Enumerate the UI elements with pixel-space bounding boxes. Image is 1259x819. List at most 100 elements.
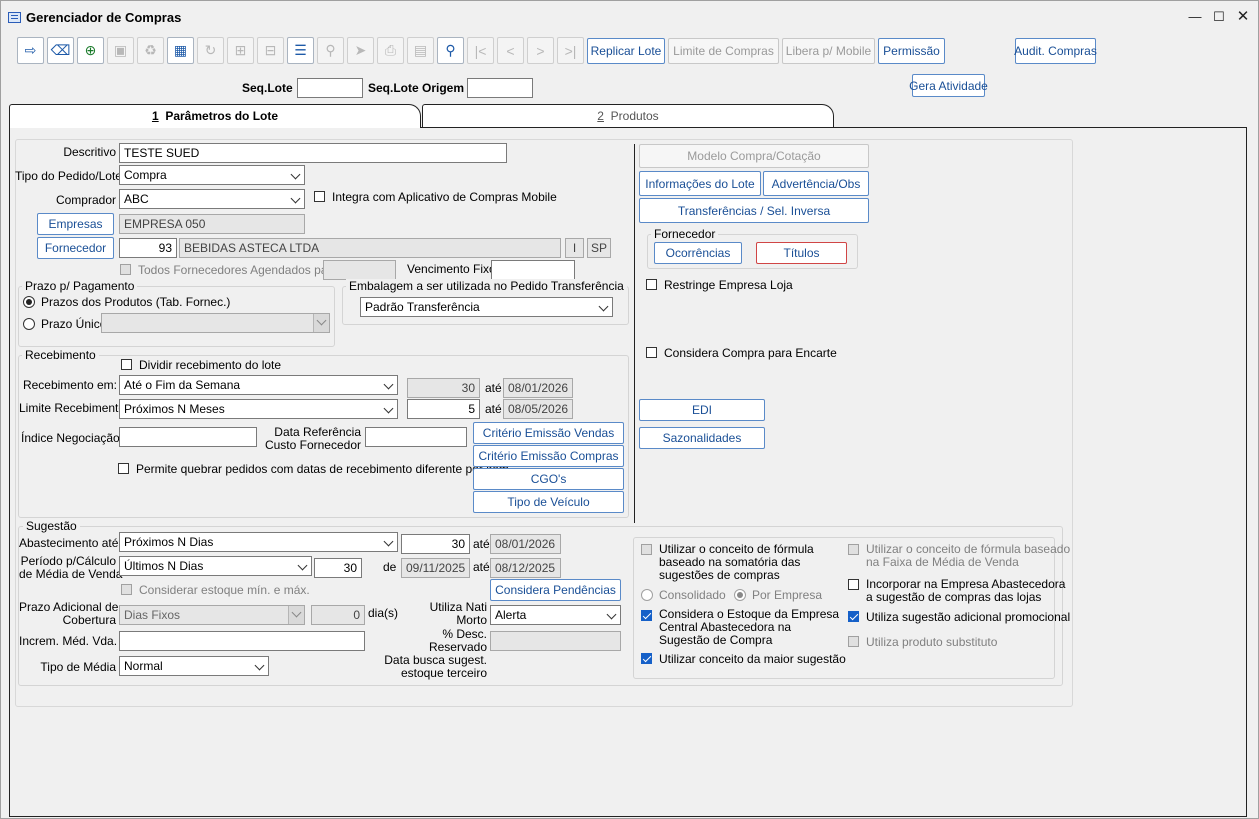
vencimento-fixo-input[interactable] bbox=[491, 260, 575, 280]
formula-faixa-checkbox[interactable] bbox=[848, 544, 859, 555]
indice-negociacao-label: Índice Negociação bbox=[21, 431, 120, 445]
abastecimento-select[interactable]: Próximos N Dias bbox=[119, 532, 398, 552]
permite-quebrar-checkbox[interactable] bbox=[118, 463, 129, 474]
limite-num-input[interactable]: 5 bbox=[407, 399, 480, 419]
prazos-produtos-radio[interactable] bbox=[23, 296, 35, 308]
periodo-num-input[interactable]: 30 bbox=[314, 558, 362, 578]
recebimento-em-select[interactable]: Até o Fim da Semana bbox=[119, 375, 398, 395]
criterio-vendas-button[interactable]: Critério Emissão Vendas bbox=[473, 422, 624, 444]
descritivo-input[interactable]: TESTE SUED bbox=[119, 143, 507, 163]
limite-compras-button[interactable]: Limite de Compras bbox=[668, 38, 779, 64]
integra-mobile-label: Integra com Aplicativo de Compras Mobile bbox=[332, 190, 557, 204]
abastecimento-label: Abastecimento até bbox=[19, 536, 119, 550]
edi-button[interactable]: EDI bbox=[639, 399, 765, 421]
comprador-select[interactable]: ABC bbox=[119, 189, 305, 209]
app-icon bbox=[8, 12, 21, 23]
filter-icon[interactable]: ☰ bbox=[287, 37, 314, 64]
maximize-icon[interactable]: ☐ bbox=[1211, 9, 1227, 25]
informacoes-lote-button[interactable]: Informações do Lote bbox=[639, 171, 761, 196]
chevron-down-icon bbox=[313, 314, 329, 332]
seq-lote-input[interactable] bbox=[297, 78, 363, 98]
minimize-icon[interactable]: — bbox=[1187, 9, 1203, 25]
integra-mobile-checkbox[interactable] bbox=[314, 191, 325, 202]
incorporar-checkbox[interactable] bbox=[848, 579, 859, 590]
prazo-unico-radio[interactable] bbox=[23, 318, 35, 330]
sazonalidades-button[interactable]: Sazonalidades bbox=[639, 427, 765, 449]
abastecimento-value: Próximos N Dias bbox=[124, 535, 214, 549]
tab-parametros[interactable]: 1 Parâmetros do Lote bbox=[9, 104, 421, 128]
prev-icon[interactable]: < bbox=[497, 37, 524, 64]
first-icon[interactable]: |< bbox=[467, 37, 494, 64]
abastecimento-num-input[interactable]: 30 bbox=[401, 534, 470, 554]
increm-label: Increm. Méd. Vda. bbox=[19, 634, 118, 648]
considera-estoque-central-checkbox[interactable] bbox=[641, 610, 652, 621]
add-row-icon[interactable]: ⊞ bbox=[227, 37, 254, 64]
next-icon[interactable]: > bbox=[527, 37, 554, 64]
tab-produtos[interactable]: 2 Produtos bbox=[422, 104, 834, 127]
tipo-pedido-label: Tipo do Pedido/Lote bbox=[15, 169, 122, 183]
permissao-button[interactable]: Permissão bbox=[878, 38, 945, 64]
transferencias-button[interactable]: Transferências / Sel. Inversa bbox=[639, 198, 869, 223]
por-empresa-radio[interactable] bbox=[734, 589, 746, 601]
ate-label: até bbox=[473, 560, 490, 574]
prazo-unico-label: Prazo Único bbox=[41, 317, 107, 331]
prazo-unico-select bbox=[101, 313, 330, 333]
embalagem-select[interactable]: Padrão Transferência bbox=[360, 297, 613, 317]
tab-number: 2 bbox=[597, 109, 604, 123]
increm-input[interactable] bbox=[119, 631, 365, 651]
considerar-estoque-checkbox[interactable] bbox=[121, 584, 132, 595]
periodo-select[interactable]: Últimos N Dias bbox=[119, 556, 312, 576]
close-icon[interactable]: ✕ bbox=[1235, 9, 1251, 25]
considera-pendencias-button[interactable]: Considera Pendências bbox=[490, 579, 621, 601]
maior-sugestao-checkbox[interactable] bbox=[641, 653, 652, 664]
considera-encarte-checkbox[interactable] bbox=[646, 347, 657, 358]
libera-mobile-button[interactable]: Libera p/ Mobile bbox=[782, 38, 875, 64]
tipo-veiculo-button[interactable]: Tipo de Veículo bbox=[473, 491, 624, 513]
gera-atividade-button[interactable]: Gera Atividade bbox=[909, 74, 988, 97]
remove-row-icon[interactable]: ⊟ bbox=[257, 37, 284, 64]
ocorrencias-button[interactable]: Ocorrências bbox=[654, 242, 742, 264]
consolidado-radio[interactable] bbox=[641, 589, 653, 601]
cgos-button[interactable]: CGO's bbox=[473, 468, 624, 490]
dividir-checkbox[interactable] bbox=[121, 359, 132, 370]
consolidado-label: Consolidado bbox=[659, 588, 726, 602]
print-icon[interactable]: ⎙ bbox=[377, 37, 404, 64]
grid-icon[interactable]: ▦ bbox=[167, 37, 194, 64]
limite-recebimento-label: Limite Recebimento: bbox=[19, 401, 129, 415]
recebimento-em-value: Até o Fim da Semana bbox=[124, 378, 241, 392]
sugestao-promocional-checkbox[interactable] bbox=[848, 611, 859, 622]
audit-compras-button[interactable]: Audit. Compras bbox=[1014, 38, 1097, 64]
todos-fornecedores-checkbox[interactable] bbox=[120, 264, 131, 275]
exit-icon[interactable]: ⇨ bbox=[17, 37, 44, 64]
formula-somatoria-checkbox[interactable] bbox=[641, 544, 652, 555]
produto-substituto-checkbox[interactable] bbox=[848, 636, 859, 647]
restringe-checkbox[interactable] bbox=[646, 279, 657, 290]
send-icon[interactable]: ➤ bbox=[347, 37, 374, 64]
modelo-compra-button[interactable]: Modelo Compra/Cotação bbox=[639, 144, 869, 168]
tipo-pedido-select[interactable]: Compra bbox=[119, 165, 305, 185]
search-db-icon[interactable]: ⚲ bbox=[317, 37, 344, 64]
eraser-icon[interactable]: ⌫ bbox=[47, 37, 74, 64]
data-referencia-input[interactable] bbox=[365, 427, 467, 447]
fornecedor-button[interactable]: Fornecedor bbox=[37, 237, 114, 259]
replicar-lote-button[interactable]: Replicar Lote bbox=[587, 38, 665, 64]
last-icon[interactable]: >| bbox=[557, 37, 584, 64]
titulos-button[interactable]: Títulos bbox=[756, 242, 847, 264]
empresas-button[interactable]: Empresas bbox=[37, 213, 114, 235]
estoque-terceiro-label: estoque terceiro bbox=[400, 666, 487, 680]
add-icon[interactable]: ⊕ bbox=[77, 37, 104, 64]
refresh-icon[interactable]: ↻ bbox=[197, 37, 224, 64]
indice-negociacao-input[interactable] bbox=[119, 427, 257, 447]
fornecedor-code-input[interactable]: 93 bbox=[119, 238, 177, 258]
chevron-down-icon bbox=[298, 561, 308, 571]
advertencia-button[interactable]: Advertência/Obs bbox=[763, 171, 869, 196]
tipo-media-select[interactable]: Normal bbox=[119, 656, 269, 676]
save-icon[interactable]: ▣ bbox=[107, 37, 134, 64]
limite-recebimento-select[interactable]: Próximos N Meses bbox=[119, 399, 398, 419]
utiliza-nati-select[interactable]: Alerta bbox=[490, 605, 621, 625]
delete-icon[interactable]: ♻ bbox=[137, 37, 164, 64]
criterio-compras-button[interactable]: Critério Emissão Compras bbox=[473, 445, 624, 467]
clipboard-icon[interactable]: ▤ bbox=[407, 37, 434, 64]
search-icon[interactable]: ⚲ bbox=[437, 37, 464, 64]
seq-lote-origem-input[interactable] bbox=[467, 78, 533, 98]
